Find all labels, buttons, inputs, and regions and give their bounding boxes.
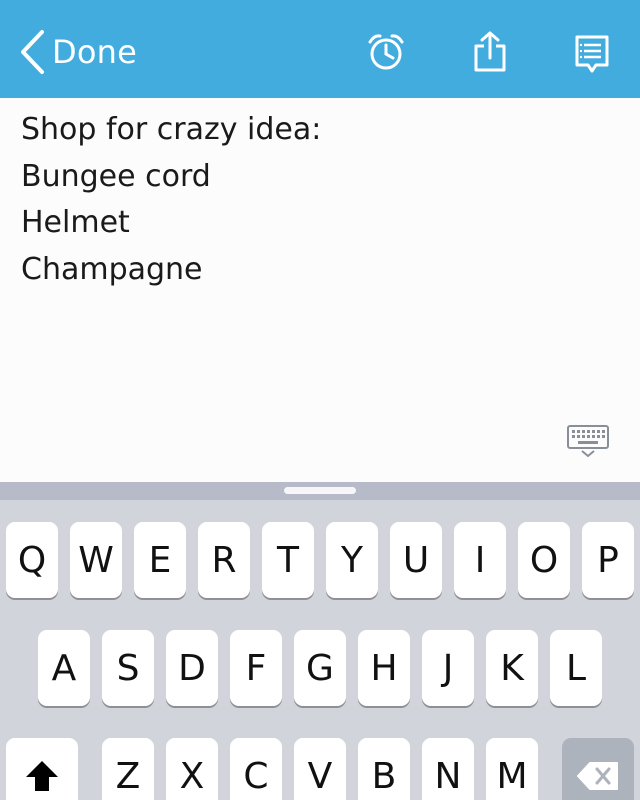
key-i[interactable]: I: [454, 522, 506, 598]
keyboard-dismiss-icon[interactable]: [566, 424, 610, 458]
chevron-left-icon: [21, 30, 44, 74]
note-line: Champagne: [21, 251, 203, 287]
keyboard-drag-handle[interactable]: [284, 487, 356, 494]
key-q[interactable]: Q: [6, 522, 58, 598]
delete-key[interactable]: [562, 738, 634, 800]
key-f[interactable]: F: [230, 630, 282, 706]
key-c[interactable]: C: [230, 738, 282, 800]
note-text[interactable]: Shop for crazy idea: Bungee cord Helmet …: [21, 110, 321, 296]
keyboard-top-bar: [0, 482, 640, 500]
key-u[interactable]: U: [390, 522, 442, 598]
note-line: Bungee cord: [21, 158, 211, 194]
key-l[interactable]: L: [550, 630, 602, 706]
shift-arrow-icon: [26, 761, 58, 791]
backspace-icon: [577, 762, 618, 790]
alarm-clock-icon[interactable]: [366, 32, 406, 72]
share-icon[interactable]: [470, 30, 510, 72]
key-k[interactable]: K: [486, 630, 538, 706]
key-x[interactable]: X: [166, 738, 218, 800]
key-a[interactable]: A: [38, 630, 90, 706]
key-g[interactable]: G: [294, 630, 346, 706]
key-t[interactable]: T: [262, 522, 314, 598]
key-b[interactable]: B: [358, 738, 410, 800]
key-n[interactable]: N: [422, 738, 474, 800]
key-j[interactable]: J: [422, 630, 474, 706]
key-o[interactable]: O: [518, 522, 570, 598]
done-label: Done: [52, 33, 137, 71]
notes-list-icon[interactable]: [574, 34, 614, 74]
note-editor[interactable]: Shop for crazy idea: Bungee cord Helmet …: [0, 98, 640, 482]
done-button[interactable]: Done: [18, 28, 137, 76]
key-m[interactable]: M: [486, 738, 538, 800]
note-line: Helmet: [21, 205, 130, 240]
shift-key[interactable]: [6, 738, 78, 800]
nav-bar: Done: [0, 0, 640, 98]
key-d[interactable]: D: [166, 630, 218, 706]
key-r[interactable]: R: [198, 522, 250, 598]
key-v[interactable]: V: [294, 738, 346, 800]
key-h[interactable]: H: [358, 630, 410, 706]
key-e[interactable]: E: [134, 522, 186, 598]
key-y[interactable]: Y: [326, 522, 378, 598]
note-line: Shop for crazy idea:: [21, 112, 322, 147]
key-p[interactable]: P: [582, 522, 634, 598]
key-s[interactable]: S: [102, 630, 154, 706]
key-z[interactable]: Z: [102, 738, 154, 800]
keyboard: Q W E R T Y U I O P A S D F G H J K L Z …: [0, 482, 640, 800]
key-w[interactable]: W: [70, 522, 122, 598]
